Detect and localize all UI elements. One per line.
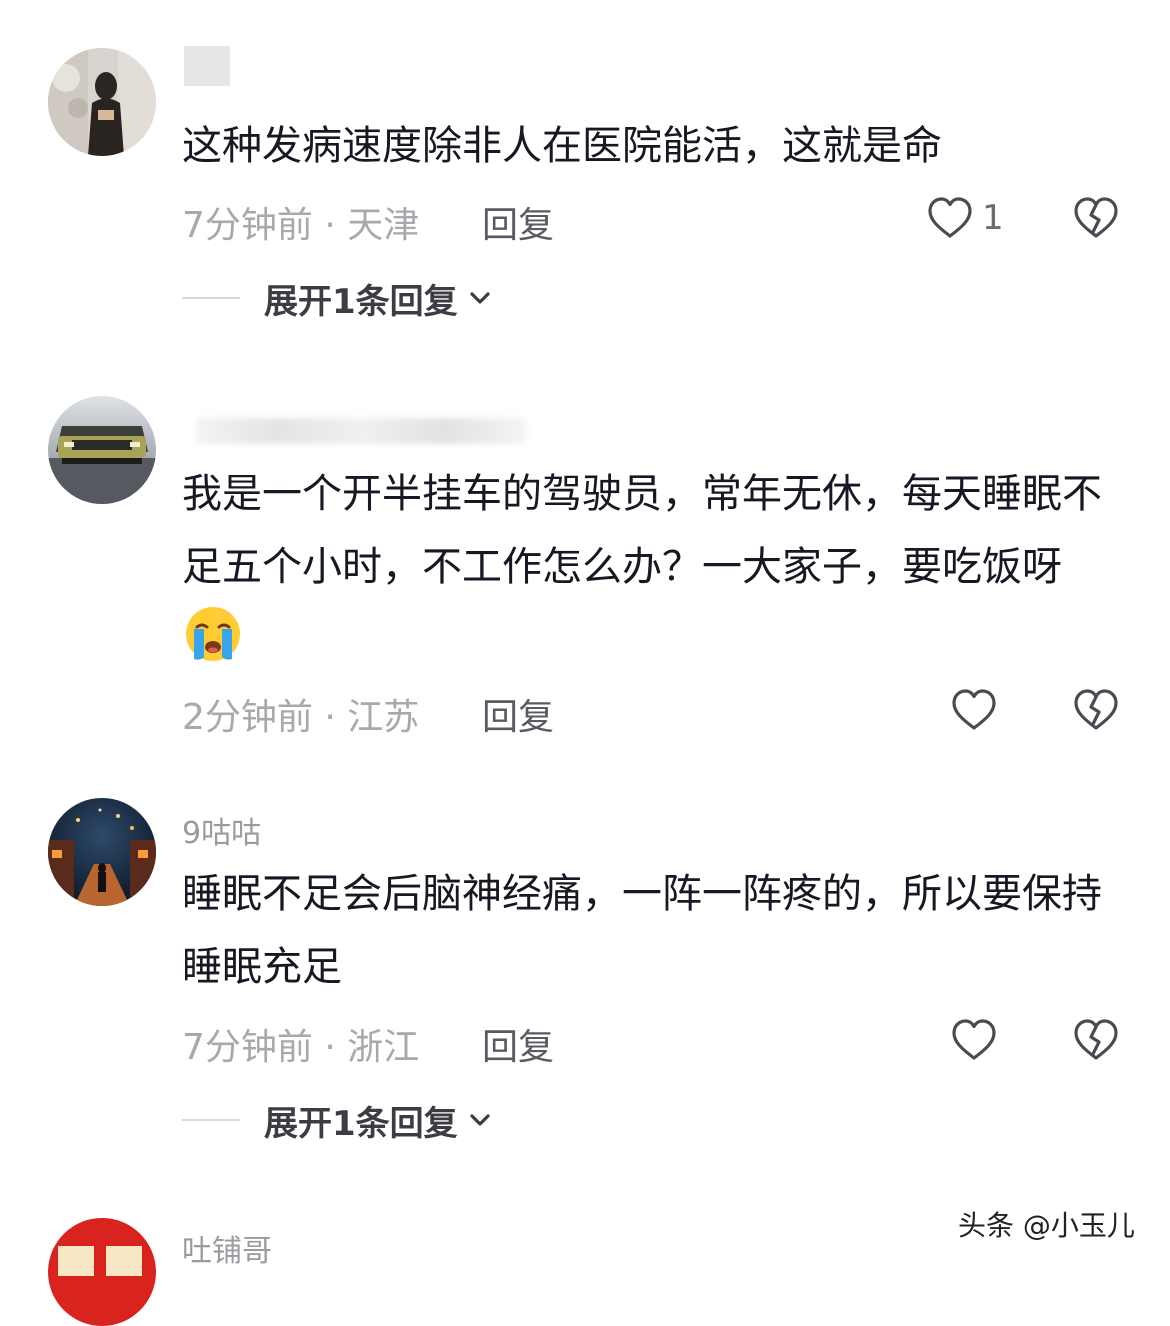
heart-outline-icon: [928, 197, 972, 238]
heart-outline-icon: [952, 1019, 996, 1060]
expand-replies-label: 展开1条回复: [264, 281, 458, 322]
comment-location: 浙江: [347, 1027, 420, 1068]
avatar[interactable]: [48, 798, 156, 906]
chevron-down-icon: [470, 1114, 490, 1126]
username-blur: [184, 46, 230, 86]
chevron-down-icon: [470, 292, 490, 304]
comment-location: 天津: [347, 205, 420, 246]
username[interactable]: 9咕咕: [182, 808, 261, 852]
broken-heart-icon: [1074, 689, 1118, 730]
reply-button[interactable]: 回复: [482, 1018, 554, 1070]
comment-time: 7分钟前: [182, 205, 313, 246]
broken-heart-icon: [1074, 197, 1118, 238]
expand-replies[interactable]: 展开1条回复: [182, 276, 494, 322]
comment-text: 这种发病速度除非人在医院能活，这就是命: [182, 123, 942, 169]
like-button[interactable]: [950, 686, 998, 734]
expand-divider: [182, 1119, 240, 1121]
avatar[interactable]: [48, 396, 156, 504]
comment-time: 2分钟前: [182, 697, 313, 738]
broken-heart-icon: [1074, 1019, 1118, 1060]
comment-text: 我是一个开半挂车的驾驶员，常年无休，每天睡眠不足五个小时，不工作怎么办？一大家子…: [182, 458, 1112, 677]
heart-outline-icon: [952, 689, 996, 730]
dislike-button[interactable]: [1072, 1016, 1120, 1064]
meta-separator: ·: [324, 1027, 336, 1068]
expand-replies-label: 展开1条回复: [264, 1103, 458, 1144]
username[interactable]: 吐铺哥: [182, 1226, 272, 1270]
like-button[interactable]: 1: [926, 194, 1004, 242]
reply-button[interactable]: 回复: [482, 688, 554, 740]
like-count: 1: [982, 198, 1004, 238]
comment-text-content: 我是一个开半挂车的驾驶员，常年无休，每天睡眠不足五个小时，不工作怎么办？一大家子…: [182, 471, 1102, 590]
username-blur: [196, 418, 526, 444]
meta-separator: ·: [324, 697, 336, 738]
watermark: 头条 @小玉儿: [958, 1209, 1135, 1242]
reply-button[interactable]: 回复: [482, 196, 554, 248]
meta-separator: ·: [324, 205, 336, 246]
comment-meta: 2分钟前 · 江苏: [182, 688, 419, 740]
crying-face-emoji: [186, 607, 240, 661]
comment-text: 睡眠不足会后脑神经痛，一阵一阵疼的，所以要保持睡眠充足: [182, 871, 1102, 990]
dislike-button[interactable]: [1072, 194, 1120, 242]
like-button[interactable]: [950, 1016, 998, 1064]
comment-time: 7分钟前: [182, 1027, 313, 1068]
expand-replies[interactable]: 展开1条回复: [182, 1098, 494, 1144]
comment-meta: 7分钟前 · 浙江: [182, 1018, 419, 1070]
comment-meta: 7分钟前 · 天津: [182, 196, 419, 248]
dislike-button[interactable]: [1072, 686, 1120, 734]
avatar[interactable]: [48, 1218, 156, 1326]
comment-location: 江苏: [347, 697, 420, 738]
expand-divider: [182, 297, 240, 299]
avatar[interactable]: [48, 48, 156, 156]
